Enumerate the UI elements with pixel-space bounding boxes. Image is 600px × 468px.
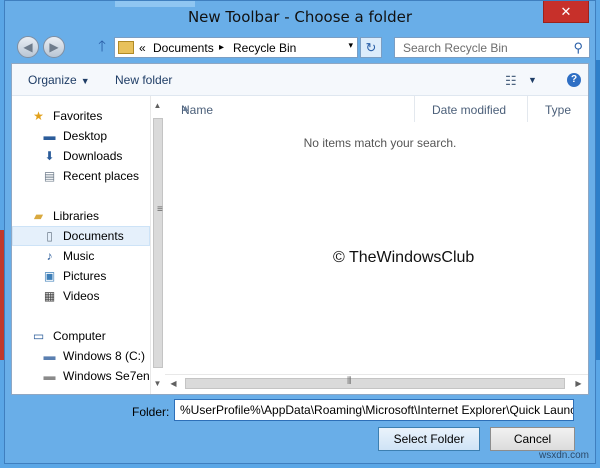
up-arrow-icon: 🡑 [98, 38, 106, 55]
cancel-button[interactable]: Cancel [490, 427, 575, 451]
change-view-icon[interactable]: ☷ [505, 73, 517, 89]
desktop-background-right [596, 60, 600, 360]
navigation-pane-scrollbar[interactable]: ▲ ≡ ▼ [150, 96, 164, 394]
column-header-name[interactable]: Name ▲ [165, 96, 415, 122]
drive-c-icon: ▬ [43, 349, 56, 363]
close-button[interactable]: ✕ [543, 1, 589, 23]
refresh-icon: ↻ [365, 40, 377, 55]
choose-folder-dialog: New Toolbar - Choose a folder ✕ ◀ ▶ 🡑 « … [4, 0, 596, 464]
scroll-grip-icon: ≡ [157, 204, 163, 215]
up-button[interactable]: 🡑 [93, 37, 111, 57]
view-options-chevron-icon[interactable]: ▼ [528, 75, 537, 85]
new-folder-button[interactable]: New folder [115, 73, 172, 87]
close-icon: ✕ [560, 4, 572, 19]
organize-button[interactable]: Organize ▼ [28, 73, 90, 87]
recent-places-icon: ▤ [43, 169, 56, 183]
folder-field-label: Folder: [132, 405, 170, 419]
forward-button[interactable]: ▶ [43, 36, 65, 58]
computer-icon: ▭ [32, 329, 45, 343]
sidebar-item-computer[interactable]: ▭ Computer [12, 326, 150, 346]
sidebar-item-recent-places[interactable]: ▤ Recent places [12, 166, 150, 186]
sidebar-item-pictures[interactable]: ▣ Pictures [12, 266, 150, 286]
libraries-icon: ▰ [33, 209, 44, 223]
scroll-up-icon[interactable]: ▲ [151, 98, 164, 114]
search-box[interactable]: ⚲ [394, 37, 590, 58]
column-header-type[interactable]: Type [529, 96, 588, 122]
sidebar-item-desktop[interactable]: ▬ Desktop [12, 126, 150, 146]
scroll-down-icon[interactable]: ▼ [151, 376, 164, 392]
sidebar-item-label: Windows 8 (C:) [63, 349, 146, 363]
file-list-horizontal-scrollbar[interactable]: ◀ ⦀ ▶ [165, 374, 588, 392]
back-button[interactable]: ◀ [17, 36, 39, 58]
sidebar-item-label: Libraries [53, 209, 100, 223]
sidebar-item-label: Pictures [63, 269, 107, 283]
music-icon: ♪ [46, 249, 53, 263]
sidebar-item-label: Documents [63, 229, 124, 243]
star-icon: ★ [33, 109, 44, 123]
title-bar: New Toolbar - Choose a folder ✕ [5, 1, 595, 33]
chevron-down-icon: ▼ [80, 76, 90, 86]
forward-arrow-icon: ▶ [49, 40, 59, 54]
search-icon[interactable]: ⚲ [573, 40, 583, 56]
sidebar-item-videos[interactable]: ▦ Videos [12, 286, 150, 306]
sidebar-item-favorites[interactable]: ★ Favorites [12, 106, 150, 126]
column-header-date-label: Date modified [432, 103, 507, 117]
breadcrumb-recycle-bin[interactable]: Recycle Bin [233, 41, 296, 55]
sidebar-item-drive-c[interactable]: ▬ Windows 8 (C:) [12, 346, 150, 366]
file-list: Name ▲ Date modified Type No items match… [165, 96, 588, 394]
sidebar-item-music[interactable]: ♪ Music [12, 246, 150, 266]
organize-label: Organize [28, 73, 77, 87]
scroll-grip-icon: ⦀ [347, 376, 352, 387]
sidebar-item-drive-windows-se7en[interactable]: ▬ Windows Se7en ( [12, 366, 151, 386]
sidebar-item-label: Recent places [63, 169, 140, 183]
sidebar-item-label: Downloads [63, 149, 123, 163]
help-icon[interactable]: ? [567, 73, 581, 87]
search-input[interactable] [395, 38, 567, 57]
videos-icon: ▦ [43, 289, 56, 303]
dialog-content: Organize ▼ New folder ☷ ▼ ? ★ Favorites ▬… [11, 63, 589, 395]
sidebar-item-label: Windows Se7en ( [63, 369, 150, 383]
back-arrow-icon: ◀ [23, 40, 33, 54]
watermark: © TheWindowsClub [333, 249, 475, 266]
site-watermark: wsxdn.com [538, 450, 589, 461]
column-header-date-modified[interactable]: Date modified [416, 96, 528, 122]
title-bar-highlight [115, 1, 195, 7]
sidebar-item-label: Music [63, 249, 95, 263]
folder-path-input[interactable] [174, 399, 574, 421]
sidebar-item-documents[interactable]: ▯ Documents [12, 226, 150, 246]
sidebar-item-libraries[interactable]: ▰ Libraries [12, 206, 150, 226]
sidebar-item-label: Desktop [63, 129, 108, 143]
scroll-thumb[interactable]: ≡ [153, 118, 163, 368]
downloads-icon: ⬇ [44, 149, 55, 163]
navigation-bar: ◀ ▶ 🡑 « Documents ▸ Recycle Bin ▾ ↻ ⚲ [5, 33, 595, 63]
sidebar-item-downloads[interactable]: ⬇ Downloads [12, 146, 150, 166]
address-bar[interactable]: « Documents ▸ Recycle Bin ▾ [114, 37, 358, 58]
drive-icon: ▬ [43, 369, 56, 383]
sidebar-item-label: Favorites [53, 109, 103, 123]
scroll-right-icon[interactable]: ▶ [572, 376, 585, 392]
refresh-button[interactable]: ↻ [360, 37, 382, 58]
sort-ascending-icon: ▲ [181, 103, 190, 113]
select-folder-button[interactable]: Select Folder [378, 427, 480, 451]
command-bar: Organize ▼ New folder ☷ ▼ ? [12, 64, 588, 96]
breadcrumb-separator-icon[interactable]: ▸ [219, 42, 224, 53]
column-header-type-label: Type [545, 103, 572, 117]
breadcrumb-documents[interactable]: Documents [153, 41, 214, 55]
documents-icon: ▯ [46, 229, 53, 243]
window-title: New Toolbar - Choose a folder [187, 8, 413, 26]
sidebar-item-label: Computer [53, 329, 106, 343]
sidebar-item-label: Videos [63, 289, 100, 303]
scroll-left-icon[interactable]: ◀ [167, 376, 180, 392]
address-dropdown-icon[interactable]: ▾ [348, 40, 353, 51]
breadcrumb-prefix[interactable]: « [139, 41, 146, 55]
horizontal-scroll-thumb[interactable]: ⦀ [185, 376, 565, 389]
folder-icon [118, 41, 134, 54]
pictures-icon: ▣ [43, 269, 56, 283]
empty-results-message: No items match your search. [303, 136, 457, 150]
desktop-icon: ▬ [43, 129, 56, 143]
navigation-pane: ★ Favorites ▬ Desktop ⬇ Downloads ▤ Rece… [12, 96, 164, 394]
